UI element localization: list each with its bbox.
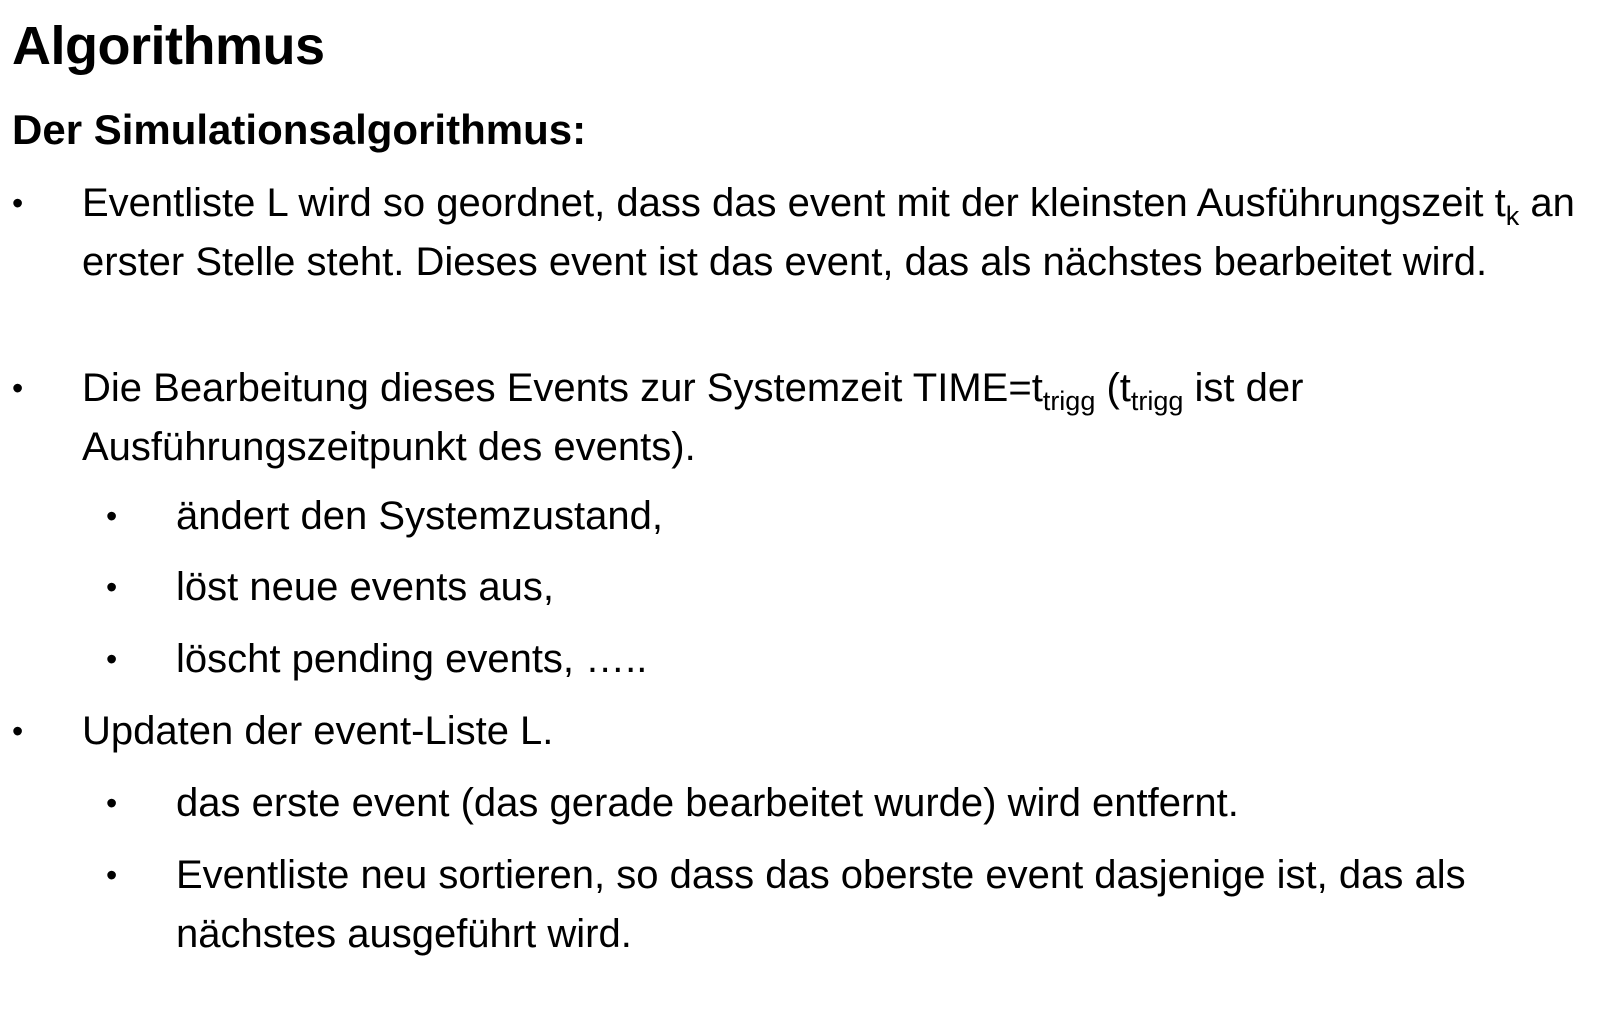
bullet-icon: • xyxy=(12,713,24,749)
sub-bullet-text: löscht pending events, ….. xyxy=(176,637,648,681)
sub-bullet-item: • ändert den Systemzustand, xyxy=(106,487,1616,546)
sub-bullet-item: • löscht pending events, ….. xyxy=(106,630,1616,689)
bullet-icon: • xyxy=(106,857,118,893)
bullet-icon: • xyxy=(12,370,24,406)
sub-bullet-item: • Eventliste neu sortieren, so dass das … xyxy=(106,846,1616,964)
page-title: Algorithmus xyxy=(12,16,325,76)
bullet-icon: • xyxy=(106,569,118,605)
bullet-item-eventliste-ordering: • Eventliste L wird so geordnet, dass da… xyxy=(12,174,1612,292)
sub-bullet-text: Eventliste neu sortieren, so dass das ob… xyxy=(176,853,1466,956)
sub-bullet-text: löst neue events aus, xyxy=(176,565,555,609)
bullet-icon: • xyxy=(106,785,118,821)
sub-bullet-item: • löst neue events aus, xyxy=(106,558,1616,617)
bullet-icon: • xyxy=(12,185,24,221)
sub-bullet-text: das erste event (das gerade bearbeitet w… xyxy=(176,781,1239,825)
bullet-item-update-eventlist: • Updaten der event-Liste L. xyxy=(12,702,1612,761)
sub-bullet-item: • das erste event (das gerade bearbeitet… xyxy=(106,774,1616,833)
bullet-text: Updaten der event-Liste L. xyxy=(82,709,554,753)
subtitle: Der Simulationsalgorithmus: xyxy=(12,106,587,153)
bullet-text: Eventliste L wird so geordnet, dass das … xyxy=(82,181,1575,284)
sub-bullet-text: ändert den Systemzustand, xyxy=(176,494,663,538)
bullet-item-event-processing: • Die Bearbeitung dieses Events zur Syst… xyxy=(12,359,1612,477)
bullet-icon: • xyxy=(106,641,118,677)
bullet-text: Die Bearbeitung dieses Events zur System… xyxy=(82,366,1304,469)
slide: Algorithmus Der Simulationsalgorithmus: … xyxy=(0,0,1624,1010)
bullet-icon: • xyxy=(106,498,118,534)
